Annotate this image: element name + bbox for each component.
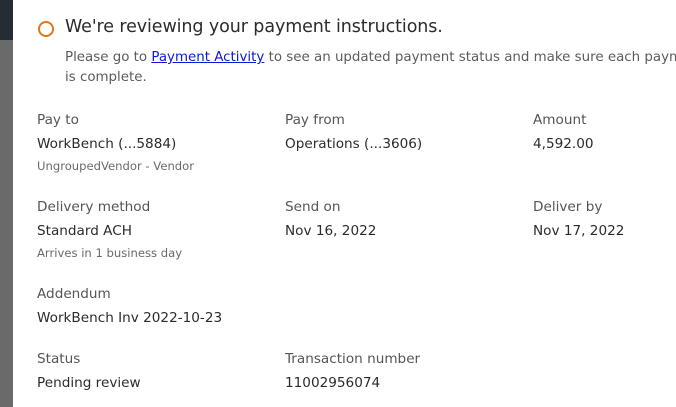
status-label: Status [37,351,81,367]
deliver-by-label: Deliver by [533,199,603,215]
pay-to-label: Pay to [37,112,79,128]
pending-ring-icon [38,21,54,37]
amount-label: Amount [533,112,587,128]
delivery-method-value: Standard ACH [37,223,132,239]
pay-to-value: WorkBench (...5884) [37,136,177,152]
confirmation-title: We're reviewing your payment instruction… [65,17,443,37]
addendum-value: WorkBench Inv 2022-10-23 [37,310,223,326]
background-overlay [0,0,13,407]
amount-value: 4,592.00 [533,136,594,152]
status-value: Pending review [37,375,141,391]
pay-to-vendor-type: UngroupedVendor - Vendor [37,159,195,173]
pay-from-value: Operations (...3606) [285,136,423,152]
pay-from-label: Pay from [285,112,345,128]
addendum-label: Addendum [37,286,111,302]
status-message-text-start: Please go to [65,50,152,65]
deliver-by-value: Nov 17, 2022 [533,223,625,239]
payment-activity-link[interactable]: Payment Activity [151,50,264,65]
transaction-number-label: Transaction number [285,351,421,367]
delivery-method-label: Delivery method [37,199,151,215]
send-on-label: Send on [285,199,341,215]
send-on-value: Nov 16, 2022 [285,223,377,239]
transaction-number-value: 11002956074 [285,375,381,391]
payment-confirmation-panel: We're reviewing your payment instruction… [13,0,676,407]
delivery-method-note: Arrives in 1 business day [37,246,183,260]
status-message: Please go to Payment Activity to see an … [65,48,676,87]
